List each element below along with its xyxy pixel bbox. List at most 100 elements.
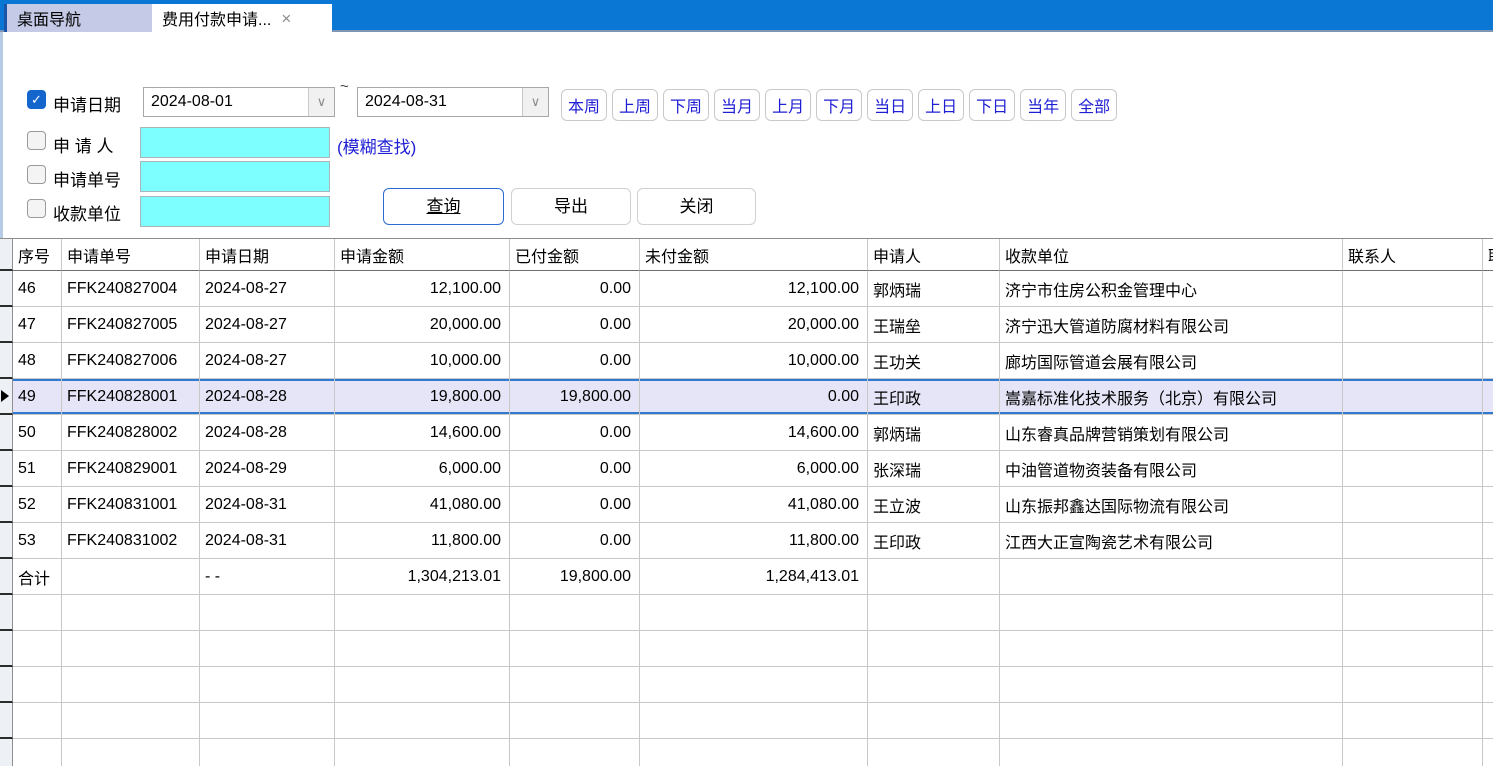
cell-unpaid_amount: 20,000.00 [640,307,868,343]
cell-contact [1343,559,1483,595]
table-row[interactable]: 52FFK2408310012024-08-3141,080.000.0041,… [0,487,1493,523]
date-to-value: 2024-08-31 [358,93,522,111]
cell-seq: 47 [13,307,62,343]
close-icon[interactable]: × [281,10,291,27]
cell-applicant [868,703,1000,739]
cell-order_no: FFK240827005 [62,307,200,343]
cell-applicant: 王印政 [868,379,1000,415]
quick-range-button[interactable]: 上周 [612,89,658,121]
column-header[interactable]: 联 [1483,239,1493,271]
quick-range-button[interactable]: 下月 [816,89,862,121]
column-header[interactable]: 申请人 [868,239,1000,271]
cell-date: 2024-08-27 [200,343,335,379]
quick-range-button[interactable]: 当年 [1020,89,1066,121]
row-gutter [0,271,13,307]
cell-unpaid_amount [640,631,868,667]
column-header[interactable]: 收款单位 [1000,239,1343,271]
quick-range-button[interactable]: 上月 [765,89,811,121]
cell-applicant: 王立波 [868,487,1000,523]
close-button[interactable]: 关闭 [637,188,756,225]
cell-seq: 51 [13,451,62,487]
column-header[interactable]: 申请单号 [62,239,200,271]
empty-row[interactable] [0,703,1493,739]
row-gutter [0,487,13,523]
column-header[interactable]: 序号 [13,239,62,271]
empty-row[interactable] [0,667,1493,703]
cell-contact2 [1483,343,1493,379]
cell-payee [1000,631,1343,667]
row-gutter [0,343,13,379]
table-row[interactable]: 46FFK2408270042024-08-2712,100.000.0012,… [0,271,1493,307]
cell-date: 2024-08-28 [200,415,335,451]
query-button[interactable]: 查询 [383,188,504,225]
table-row[interactable]: 47FFK2408270052024-08-2720,000.000.0020,… [0,307,1493,343]
total-row[interactable]: 合计- -1,304,213.0119,800.001,284,413.01 [0,559,1493,595]
cell-payee: 中油管道物资装备有限公司 [1000,451,1343,487]
quick-range-button[interactable]: 当月 [714,89,760,121]
quick-range-button[interactable]: 下周 [663,89,709,121]
column-header[interactable]: 申请日期 [200,239,335,271]
row-gutter [0,415,13,451]
cell-contact [1343,415,1483,451]
chevron-down-icon[interactable]: ∨ [522,88,548,116]
payee-checkbox[interactable] [27,199,46,218]
cell-contact2 [1483,559,1493,595]
chevron-down-icon[interactable]: ∨ [308,88,334,116]
cell-order_no [62,739,200,766]
cell-applicant: 郭炳瑞 [868,271,1000,307]
empty-row[interactable] [0,595,1493,631]
column-header[interactable]: 未付金额 [640,239,868,271]
table-row[interactable]: 53FFK2408310022024-08-3111,800.000.0011,… [0,523,1493,559]
cell-date: 2024-08-31 [200,487,335,523]
quick-range-bar: 本周上周下周当月上月下月当日上日下日当年全部 [561,89,1117,121]
applicant-input[interactable] [140,127,330,158]
date-to-select[interactable]: 2024-08-31 ∨ [357,87,549,117]
cell-contact [1343,379,1483,415]
table-row[interactable]: 50FFK2408280022024-08-2814,600.000.0014,… [0,415,1493,451]
cell-paid_amount: 19,800.00 [510,379,640,415]
quick-range-button[interactable]: 当日 [867,89,913,121]
cell-applicant: 王瑞垒 [868,307,1000,343]
cell-seq: 53 [13,523,62,559]
tab-expense-payment-request[interactable]: 费用付款申请... × [152,4,332,32]
row-gutter [0,451,13,487]
cell-unpaid_amount [640,595,868,631]
applicant-label: 申 请 人 [53,132,113,157]
cell-order_no: FFK240831001 [62,487,200,523]
order-no-checkbox[interactable] [27,165,46,184]
table-row[interactable]: 49FFK2408280012024-08-2819,800.0019,800.… [0,379,1493,415]
empty-row[interactable] [0,739,1493,766]
cell-payee: 嵩嘉标准化技术服务（北京）有限公司 [1000,379,1343,415]
cell-seq [13,703,62,739]
table-row[interactable]: 48FFK2408270062024-08-2710,000.000.0010,… [0,343,1493,379]
empty-row[interactable] [0,631,1493,667]
cell-unpaid_amount: 11,800.00 [640,523,868,559]
payee-input[interactable] [140,196,330,227]
column-header[interactable]: 联系人 [1343,239,1483,271]
row-gutter [0,703,13,739]
quick-range-button[interactable]: 上日 [918,89,964,121]
table-row[interactable]: 51FFK2408290012024-08-296,000.000.006,00… [0,451,1493,487]
cell-unpaid_amount [640,703,868,739]
cell-paid_amount: 0.00 [510,415,640,451]
column-header[interactable]: 已付金额 [510,239,640,271]
tab-desktop-navigation[interactable]: 桌面导航 [4,4,152,32]
apply-date-checkbox[interactable]: ✓ [27,90,46,109]
quick-range-button[interactable]: 全部 [1071,89,1117,121]
export-button[interactable]: 导出 [511,188,631,225]
cell-contact [1343,595,1483,631]
order-no-input[interactable] [140,161,330,192]
cell-applicant: 王印政 [868,523,1000,559]
quick-range-button[interactable]: 本周 [561,89,607,121]
applicant-checkbox[interactable] [27,131,46,150]
cell-contact2 [1483,523,1493,559]
date-from-select[interactable]: 2024-08-01 ∨ [143,87,335,117]
quick-range-button[interactable]: 下日 [969,89,1015,121]
cell-unpaid_amount: 0.00 [640,379,868,415]
cell-unpaid_amount: 1,284,413.01 [640,559,868,595]
cell-apply_amount: 41,080.00 [335,487,510,523]
cell-paid_amount [510,703,640,739]
cell-applicant [868,631,1000,667]
column-header[interactable]: 申请金额 [335,239,510,271]
cell-seq: 合计 [13,559,62,595]
